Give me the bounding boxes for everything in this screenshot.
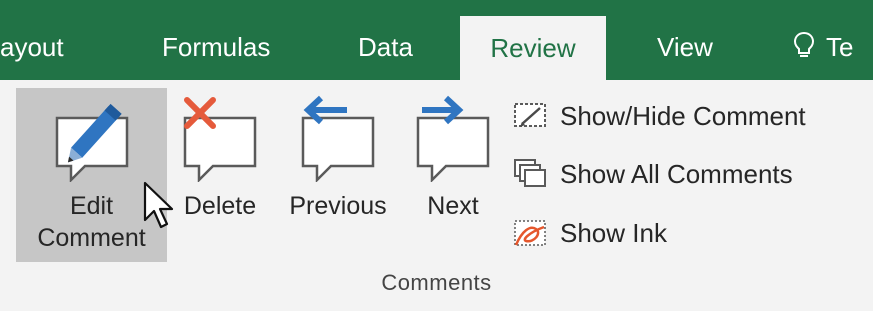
review-ribbon-panel: Edit Comment Delete Previous Next Show/H… [0, 80, 873, 311]
delete-comment-button[interactable]: Delete [174, 88, 266, 262]
tab-view[interactable]: View [657, 0, 713, 80]
delete-label: Delete [183, 192, 257, 220]
tab-label: View [657, 32, 713, 62]
tab-page-layout[interactable]: ayout [0, 0, 64, 80]
tab-formulas[interactable]: Formulas [162, 0, 270, 80]
next-comment-button[interactable]: Next [410, 88, 496, 262]
tab-label: Te [826, 32, 854, 62]
show-hide-comment-label: Show/Hide Comment [560, 101, 806, 131]
mouse-cursor-icon [143, 181, 174, 229]
tab-review[interactable]: Review [460, 16, 606, 80]
ribbon-tab-bar: ayout Formulas Data Review View Te [0, 0, 873, 80]
show-ink-button[interactable]: Show Ink [512, 213, 862, 253]
previous-comment-button[interactable]: Previous [276, 88, 400, 262]
show-all-comments-icon [514, 159, 546, 187]
tab-tell-me[interactable]: Te [826, 0, 853, 80]
tab-label: Review [490, 33, 576, 63]
delete-comment-icon [183, 97, 257, 182]
previous-label: Previous [289, 192, 387, 220]
edit-comment-button[interactable]: Edit Comment [16, 88, 167, 262]
excel-ribbon-screenshot: ayout Formulas Data Review View Te Edit … [0, 0, 873, 311]
previous-comment-icon [301, 95, 375, 182]
show-hide-comment-button[interactable]: Show/Hide Comment [512, 96, 862, 136]
lightbulb-icon[interactable] [792, 30, 816, 62]
tab-label: ayout [0, 32, 64, 62]
tab-label: Data [358, 32, 413, 62]
show-ink-icon [514, 220, 546, 246]
show-all-comments-button[interactable]: Show All Comments [512, 154, 862, 194]
edit-comment-icon [55, 103, 128, 182]
tab-data[interactable]: Data [358, 0, 413, 80]
tab-label: Formulas [162, 32, 271, 62]
show-all-comments-label: Show All Comments [560, 159, 793, 189]
show-hide-comment-icon [514, 103, 546, 127]
next-comment-icon [416, 95, 490, 182]
show-ink-label: Show Ink [560, 218, 667, 248]
comments-group-label: Comments [381, 270, 492, 295]
next-label: Next [427, 192, 479, 220]
